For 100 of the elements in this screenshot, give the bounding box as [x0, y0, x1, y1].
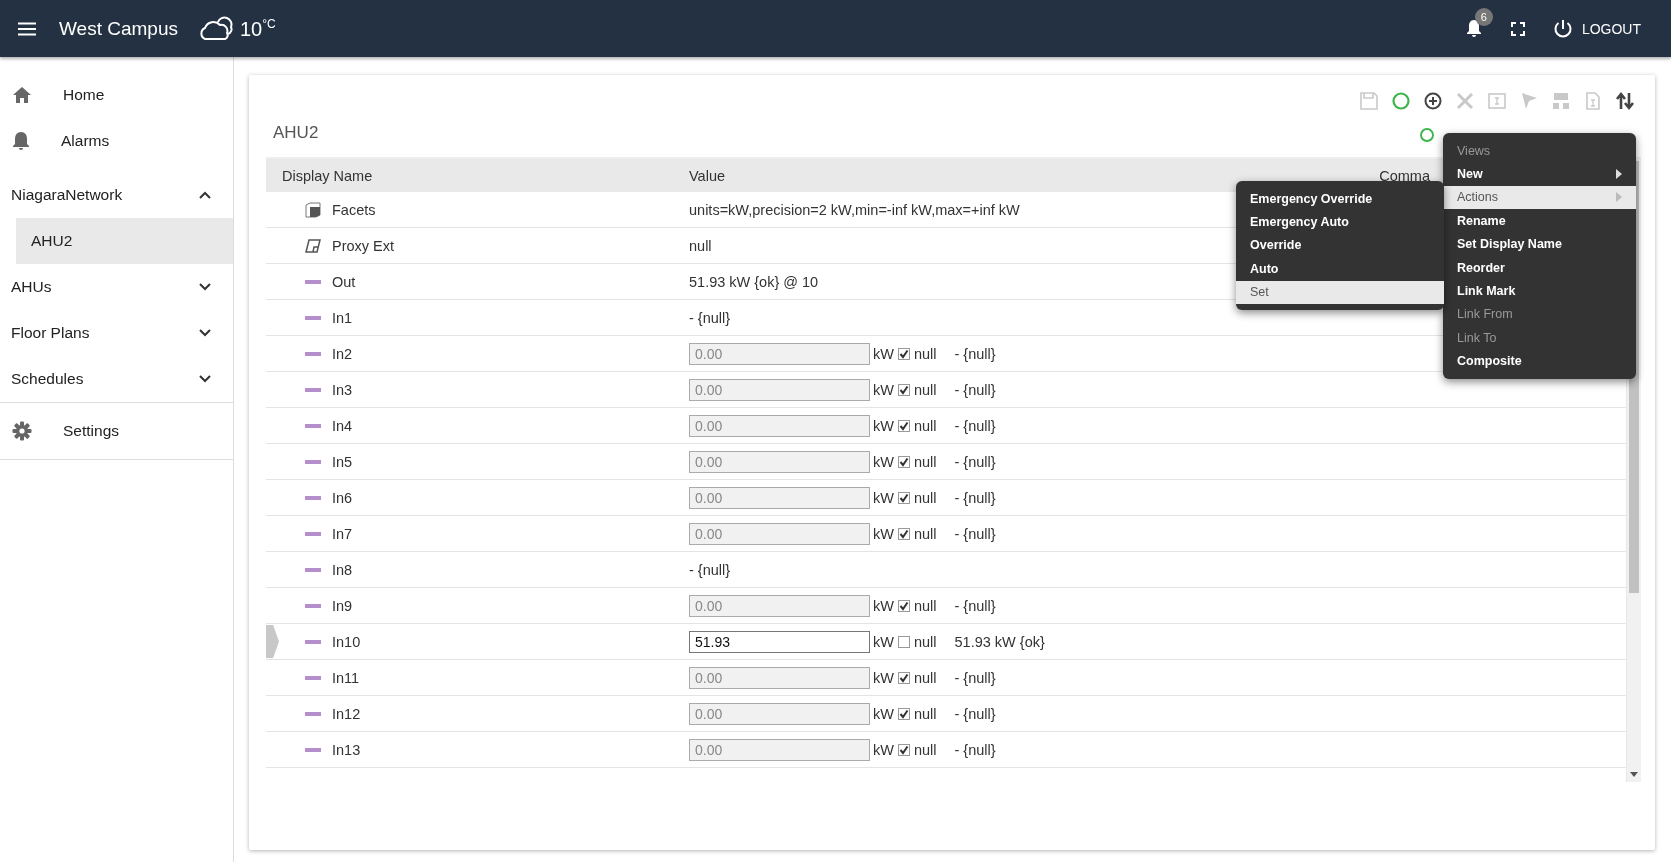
status-text: - {null} — [954, 489, 996, 506]
table-row[interactable]: In11 0.00 kW null - {null} — [266, 660, 1626, 696]
table-row[interactable]: In13 0.00 kW null - {null} — [266, 732, 1626, 768]
column-header: Display Name — [281, 167, 374, 184]
null-label: null — [913, 705, 937, 722]
sidebar-item[interactable]: AHU2 — [16, 218, 233, 264]
slot-name: In12 — [332, 705, 361, 722]
submenu-arrow-icon — [1616, 169, 1622, 180]
slot-icon — [305, 423, 321, 428]
notification-badge: 6 — [1474, 8, 1493, 26]
menu-item-label: Set Display Name — [1457, 237, 1562, 252]
circle-icon[interactable] — [1391, 91, 1411, 111]
unit-label: kW — [873, 381, 894, 398]
plus-circle-icon[interactable] — [1423, 91, 1443, 111]
column-header: Value — [689, 167, 726, 184]
null-checkbox[interactable] — [897, 383, 910, 396]
null-checkbox[interactable] — [897, 491, 910, 504]
chevron-icon — [199, 375, 211, 383]
table-row[interactable]: In8 - {null} — [266, 552, 1626, 588]
unit-label: kW — [873, 597, 894, 614]
cube-icon — [305, 201, 321, 218]
table-row[interactable]: In5 0.00 kW null - {null} — [266, 444, 1626, 480]
status-text: - {null} — [954, 705, 996, 722]
slot-name: In10 — [332, 633, 361, 650]
item-label: Alarms — [61, 132, 110, 150]
slot-icon — [305, 567, 321, 572]
null-checkbox[interactable] — [897, 599, 910, 612]
null-checkbox[interactable] — [897, 347, 910, 360]
status-text: - {null} — [954, 741, 996, 758]
sidebar-group[interactable]: Floor Plans — [0, 310, 233, 356]
table-row[interactable]: In10 51.93 kW null 51.93 kW {ok} — [266, 624, 1626, 660]
sidebar-group[interactable]: Schedules — [0, 356, 233, 402]
unit-label: kW — [873, 417, 894, 434]
table-row[interactable]: In7 0.00 kW null - {null} — [266, 516, 1626, 552]
null-label: null — [913, 489, 937, 506]
unit-label: kW — [873, 453, 894, 470]
slot-name: In1 — [332, 309, 353, 326]
sidebar-group[interactable]: NiagaraNetwork — [0, 172, 233, 218]
null-checkbox[interactable] — [897, 455, 910, 468]
submenu-arrow-icon — [1616, 192, 1622, 203]
unit-label: kW — [873, 345, 894, 362]
logout-button[interactable]: LOGOUT — [1552, 18, 1641, 39]
slot-icon — [305, 531, 321, 536]
sidebar-item[interactable]: Alarms — [0, 118, 233, 164]
page-title: AHU2 — [273, 123, 320, 143]
null-label: null — [913, 345, 937, 362]
notification-bell-icon[interactable] — [1465, 19, 1482, 38]
slot-name: In8 — [332, 561, 353, 578]
slot-name: In3 — [332, 381, 353, 398]
power-icon — [1552, 18, 1573, 39]
null-checkbox[interactable] — [897, 671, 910, 684]
fullscreen-icon[interactable] — [1510, 21, 1525, 36]
value-text: - {null} — [689, 561, 731, 578]
value-text: 51.93 kW {ok} @ 10 — [689, 273, 819, 290]
null-label: null — [913, 597, 937, 614]
null-label: null — [913, 417, 937, 434]
menu-item[interactable]: Set — [1236, 280, 1444, 304]
table-row[interactable]: In6 0.00 kW null - {null} — [266, 480, 1626, 516]
sidebar-group[interactable]: AHUs — [0, 264, 233, 310]
bell-icon — [12, 131, 30, 151]
group-label: AHUs — [11, 278, 52, 296]
null-label: null — [913, 741, 937, 758]
home-icon — [12, 86, 32, 104]
parallelogram-icon — [305, 237, 321, 254]
chevron-icon — [199, 191, 211, 199]
slot-name: In2 — [332, 345, 353, 362]
menu-item-label: Composite — [1457, 354, 1522, 369]
scroll-down-icon[interactable] — [1630, 772, 1638, 778]
sidebar-item[interactable]: Home — [0, 72, 233, 118]
table-row[interactable]: In9 0.00 kW null - {null} — [266, 588, 1626, 624]
slot-name: Facets — [332, 201, 376, 218]
slot-name: Proxy Ext — [332, 237, 395, 254]
table-row[interactable]: In4 0.00 kW null - {null} — [266, 408, 1626, 444]
slot-name: In5 — [332, 453, 353, 470]
status-text: - {null} — [954, 381, 996, 398]
menu-item[interactable]: Override — [1236, 233, 1444, 258]
slot-icon — [305, 279, 321, 284]
menu-item-label: Views — [1457, 143, 1491, 158]
null-checkbox[interactable] — [897, 527, 910, 540]
null-checkbox[interactable] — [897, 743, 910, 756]
menu-item[interactable]: New — [1443, 162, 1636, 186]
null-checkbox[interactable] — [897, 419, 910, 432]
settings-icon — [12, 421, 32, 441]
status-text: - {null} — [954, 597, 996, 614]
sidebar-item[interactable]: Settings — [0, 403, 233, 459]
null-checkbox[interactable] — [897, 707, 910, 720]
slot-name: Out — [332, 273, 356, 290]
value-field[interactable]: 51.93 — [689, 630, 870, 653]
chevron-icon — [199, 283, 211, 291]
slot-name: In4 — [332, 417, 353, 434]
item-label: Settings — [63, 422, 119, 440]
site-title: West Campus — [59, 17, 178, 40]
null-checkbox[interactable] — [897, 635, 910, 648]
status-text: 51.93 kW {ok} — [954, 633, 1045, 650]
unit-label: kW — [873, 525, 894, 542]
menu-icon[interactable] — [18, 21, 36, 36]
slot-name: In6 — [332, 489, 353, 506]
table-row[interactable]: In12 0.00 kW null - {null} — [266, 696, 1626, 732]
menu-item[interactable]: Actions — [1443, 185, 1636, 210]
sort-icon[interactable] — [1615, 91, 1635, 111]
